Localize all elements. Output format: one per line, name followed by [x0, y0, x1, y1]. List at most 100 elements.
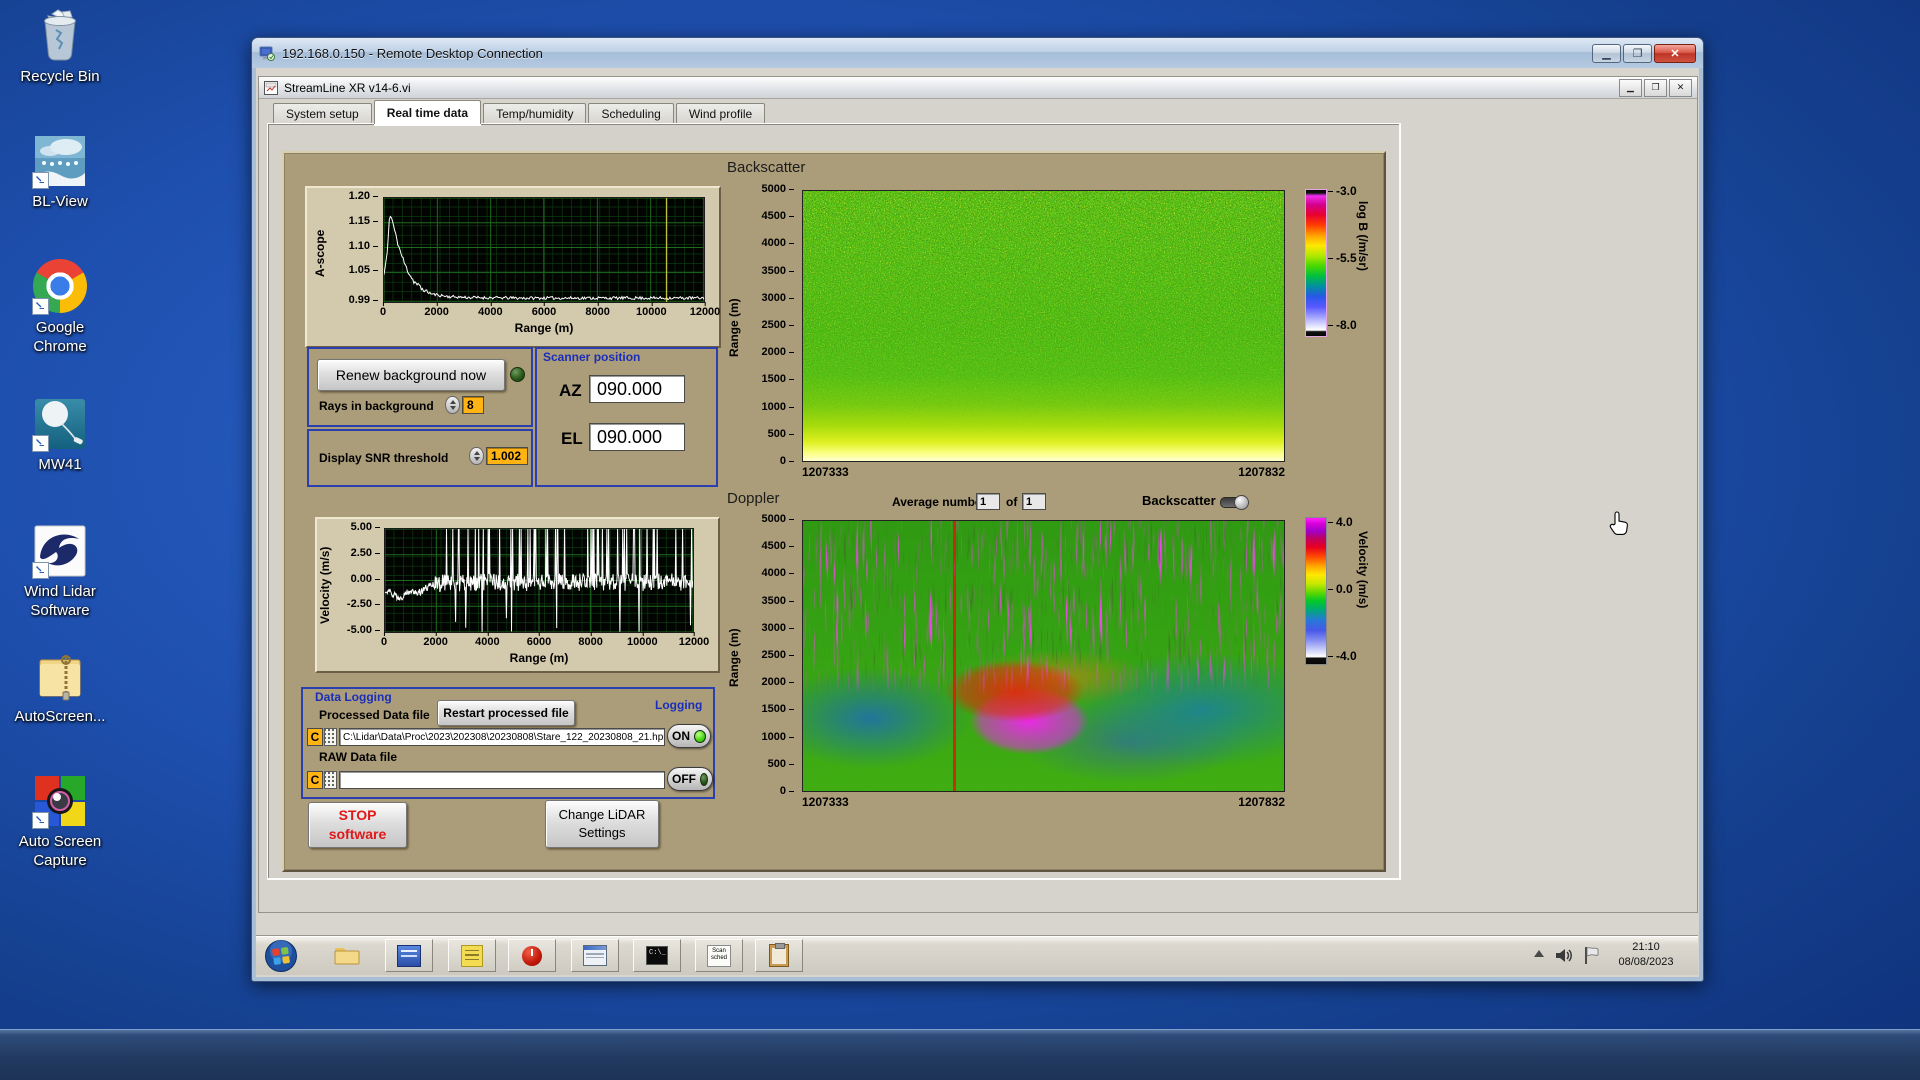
tab-wind-profile[interactable]: Wind profile [675, 103, 766, 124]
range-ytick-label: 0 [780, 455, 795, 467]
range-ytick-label: 3500 [762, 265, 795, 277]
stop-line2: software [328, 826, 387, 842]
backscatter-toggle[interactable] [1220, 495, 1249, 510]
range-ytick-label: 4000 [762, 237, 795, 249]
range-ytick-label: 3500 [762, 595, 795, 607]
doppler-x-start: 1207333 [802, 795, 849, 809]
desktop-icon-label: BL-View [32, 193, 88, 210]
backscatter-cbar-tick-top: -3.0 [1328, 184, 1357, 198]
change-lidar-settings-button[interactable]: Change LiDAR Settings [545, 800, 659, 848]
remote-task-button-window-app[interactable] [571, 939, 619, 972]
rdp-maximize-button[interactable]: ❐ [1623, 43, 1652, 63]
doppler-cbar-label: Velocity (m/s) [1356, 531, 1370, 609]
app-maximize-button[interactable]: ❐ [1644, 78, 1667, 97]
backscatter-xaxis: 1207333 1207832 [802, 465, 1285, 479]
tab-scheduling[interactable]: Scheduling [588, 103, 674, 124]
wind-lidar-icon [32, 523, 88, 579]
desktop-icon-google-chrome[interactable]: Google Chrome [10, 258, 110, 356]
labview-vi-icon [264, 80, 278, 95]
backscatter-heatmap [802, 190, 1285, 462]
range-ytick-label: 1500 [762, 703, 795, 715]
shortcut-arrow-icon [32, 298, 49, 315]
doppler-cbar-tick-top: 4.0 [1328, 515, 1353, 529]
app-window: StreamLine XR v14-6.vi ▁ ❐ ✕ System setu… [258, 76, 1698, 913]
backscatter-x-start: 1207333 [802, 465, 849, 479]
desktop-icon-mw41[interactable]: MW41 [10, 396, 110, 474]
doppler-x-end: 1207832 [1238, 795, 1285, 809]
average-number-field[interactable]: 1 [976, 493, 1000, 510]
shortcut-arrow-icon [32, 562, 49, 579]
tab-system-setup[interactable]: System setup [273, 103, 372, 124]
remote-task-button-sticky-note[interactable] [448, 939, 496, 972]
desktop-icon-autoscreen-zip[interactable]: AutoScreen... [10, 648, 110, 726]
backscatter-x-end: 1207832 [1238, 465, 1285, 479]
desktop-icon-wind-lidar[interactable]: Wind Lidar Software [10, 523, 110, 620]
remote-task-button-console[interactable]: C:\_ [633, 939, 681, 972]
sticky-note-icon [461, 944, 483, 967]
tab-real-time-data[interactable]: Real time data [373, 100, 482, 124]
desktop-icon-auto-screen-capture[interactable]: Auto Screen Capture [10, 773, 110, 870]
desktop-icon-bl-view[interactable]: BL-View [10, 133, 110, 211]
remote-tray-volume-icon[interactable] [1555, 947, 1574, 964]
rdp-minimize-button[interactable]: ▁ [1592, 43, 1621, 63]
rdp-titlebar[interactable]: 192.168.0.150 - Remote Desktop Connectio… [252, 38, 1703, 68]
remote-quicklaunch-folder-icon[interactable] [334, 944, 360, 971]
change-line2: Settings [578, 825, 626, 840]
bl-view-icon [32, 133, 88, 189]
clipboard-icon [769, 943, 789, 967]
remote-tray-flag-icon[interactable] [1584, 946, 1600, 965]
shortcut-arrow-icon [32, 172, 49, 189]
stop-software-button[interactable]: STOP software [308, 802, 407, 848]
doppler-heatmap [802, 520, 1285, 792]
range-ytick-label: 4000 [762, 567, 795, 579]
average-total-field[interactable]: 1 [1022, 493, 1046, 510]
range-ytick-label: 3000 [762, 622, 795, 634]
remote-task-button-power[interactable] [508, 939, 556, 972]
range-ytick-label: 2500 [762, 649, 795, 661]
doppler-ytick-labels: 5000 4500 4000 3500 3000 2500 2000 1500 1000 500 0 [284, 513, 795, 797]
range-ytick-label: 5000 [762, 513, 795, 525]
app-minimize-button[interactable]: ▁ [1619, 78, 1642, 97]
remote-task-button-clipboard[interactable] [755, 939, 803, 972]
rdp-window-title: 192.168.0.150 - Remote Desktop Connectio… [282, 45, 543, 61]
doppler-xaxis: 1207333 1207832 [802, 795, 1285, 809]
shortcut-arrow-icon [32, 435, 49, 452]
change-line1: Change LiDAR [558, 807, 646, 822]
backscatter-cbar-tick-bot: -8.0 [1328, 318, 1357, 332]
realtime-panel: A-scope 1.20 1.15 1.10 1.05 0.99 0 2000 4000 60… [282, 151, 1386, 872]
range-ytick-label: 5000 [762, 183, 795, 195]
mw41-icon [32, 396, 88, 452]
remote-tray-expand-icon[interactable] [1534, 950, 1544, 957]
range-ytick-label: 500 [768, 758, 795, 770]
recycle-bin-icon [32, 8, 88, 64]
doppler-colorbar [1305, 517, 1327, 665]
app-close-button[interactable]: ✕ [1669, 78, 1692, 97]
backscatter-cbar-label: log B (/m/sr) [1356, 201, 1370, 272]
remote-task-button-scan-sched[interactable]: Scan sched [695, 939, 743, 972]
chrome-icon [32, 259, 88, 315]
mouse-cursor-hand [1609, 511, 1628, 535]
desktop-icon-label: Recycle Bin [20, 68, 100, 85]
doppler-cbar-tick-mid: 0.0 [1328, 582, 1353, 596]
host-taskbar: e [0, 1029, 1920, 1080]
range-ytick-label: 4500 [762, 540, 795, 552]
backscatter-title: Backscatter [727, 159, 806, 176]
scan-sched-icon: Scan sched [707, 944, 731, 967]
toggle-knob [1234, 495, 1249, 510]
backscatter-cbar-tick-mid: -5.5 [1328, 251, 1357, 265]
of-label: of [1006, 495, 1018, 509]
remote-start-button[interactable] [264, 939, 298, 973]
rdp-close-button[interactable]: ✕ [1654, 43, 1696, 63]
tab-temp-humidity[interactable]: Temp/humidity [483, 103, 587, 124]
remote-tray-clock[interactable]: 21:10 08/08/2023 [1606, 940, 1686, 970]
desktop-icon-recycle-bin[interactable]: Recycle Bin [10, 8, 110, 86]
range-ytick-label: 0 [780, 785, 795, 797]
tab-strip: System setup Real time data Temp/humidit… [273, 100, 767, 124]
rdp-client-area: StreamLine XR v14-6.vi ▁ ❐ ✕ System setu… [256, 68, 1699, 977]
rdp-icon [259, 46, 275, 61]
zip-folder-icon [32, 648, 88, 704]
range-ytick-label: 1500 [762, 373, 795, 385]
app-titlebar[interactable]: StreamLine XR v14-6.vi ▁ ❐ ✕ [259, 77, 1697, 99]
remote-task-button-blue-app[interactable] [385, 939, 433, 972]
desktop-icon-label: Google Chrome [33, 319, 87, 355]
